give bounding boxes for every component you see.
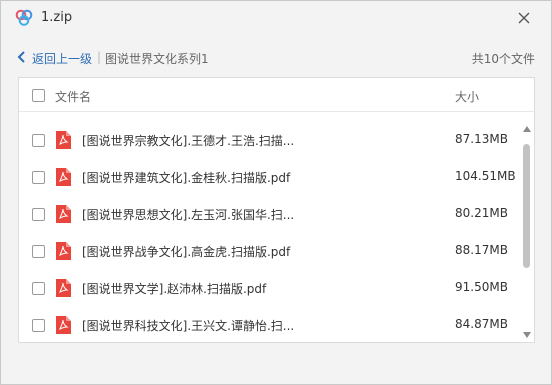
table-row[interactable]: [图说世界宗教文化].王德才.王浩.扫描... 87.13MB — [19, 122, 519, 159]
file-list: 文件名 大小 [图说世界宗教文化].王德才.王浩.扫描... 87.13MB [… — [18, 77, 535, 343]
table-row[interactable]: [图说世界战争文化].高金虎.扫描版.pdf 88.17MB — [19, 233, 519, 270]
list-header: 文件名 大小 — [19, 78, 534, 112]
pdf-icon — [56, 316, 71, 334]
table-row[interactable]: [图说世界建筑文化].金桂秋.扫描版.pdf 104.51MB — [19, 159, 519, 196]
cloud-logo-icon — [15, 9, 33, 26]
close-icon[interactable] — [513, 7, 535, 29]
pdf-icon — [56, 168, 71, 186]
row-checkbox[interactable] — [32, 319, 45, 332]
file-size: 84.87MB — [455, 317, 508, 331]
file-count: 共10个文件 — [471, 52, 535, 66]
file-name: [图说世界思想文化].左玉河.张国华.扫... — [82, 208, 295, 222]
breadcrumb-separator: | — [97, 50, 102, 64]
archive-window: 1.zip 返回上一级 | 图说世界文化系列1 共10个文件 文件名 大小 [图… — [0, 0, 552, 385]
row-checkbox[interactable] — [32, 134, 45, 147]
scroll-thumb[interactable] — [523, 144, 530, 268]
scroll-down-arrow-icon[interactable] — [523, 332, 531, 338]
row-checkbox[interactable] — [32, 245, 45, 258]
row-checkbox[interactable] — [32, 282, 45, 295]
row-checkbox[interactable] — [32, 208, 45, 221]
file-size: 87.13MB — [455, 132, 508, 146]
window-title: 1.zip — [41, 10, 73, 25]
table-row[interactable]: [图说世界科技文化].王兴文.谭静怡.扫... 84.87MB — [19, 307, 519, 342]
back-button[interactable]: 返回上一级 — [32, 50, 92, 67]
file-name: [图说世界文学].赵沛林.扫描版.pdf — [82, 282, 267, 296]
pdf-icon — [56, 242, 71, 260]
file-name: [图说世界建筑文化].金桂秋.扫描版.pdf — [82, 171, 291, 185]
pdf-icon — [56, 205, 71, 223]
column-header-size[interactable]: 大小 — [455, 88, 479, 105]
row-checkbox[interactable] — [32, 171, 45, 184]
table-row[interactable]: [图说世界思想文化].左玉河.张国华.扫... 80.21MB — [19, 196, 519, 233]
file-size: 91.50MB — [455, 280, 508, 294]
pdf-icon — [56, 279, 71, 297]
vertical-scrollbar[interactable] — [520, 122, 534, 340]
file-name: [图说世界战争文化].高金虎.扫描版.pdf — [82, 245, 291, 259]
file-size: 80.21MB — [455, 206, 508, 220]
title-bar[interactable]: 1.zip — [1, 1, 551, 37]
file-size: 88.17MB — [455, 243, 508, 257]
scroll-up-arrow-icon[interactable] — [523, 126, 531, 132]
column-header-name[interactable]: 文件名 — [55, 88, 91, 105]
file-name: [图说世界宗教文化].王德才.王浩.扫描... — [82, 134, 295, 148]
file-name: [图说世界科技文化].王兴文.谭静怡.扫... — [82, 319, 295, 333]
pdf-icon — [56, 131, 71, 149]
file-size: 104.51MB — [455, 169, 516, 183]
table-row[interactable]: [图说世界文学].赵沛林.扫描版.pdf 91.50MB — [19, 270, 519, 307]
chevron-left-icon[interactable] — [17, 51, 27, 63]
breadcrumb: 图说世界文化系列1 — [105, 52, 209, 66]
navigation-bar: 返回上一级 | 图说世界文化系列1 共10个文件 — [1, 37, 551, 77]
select-all-checkbox[interactable] — [32, 89, 45, 102]
